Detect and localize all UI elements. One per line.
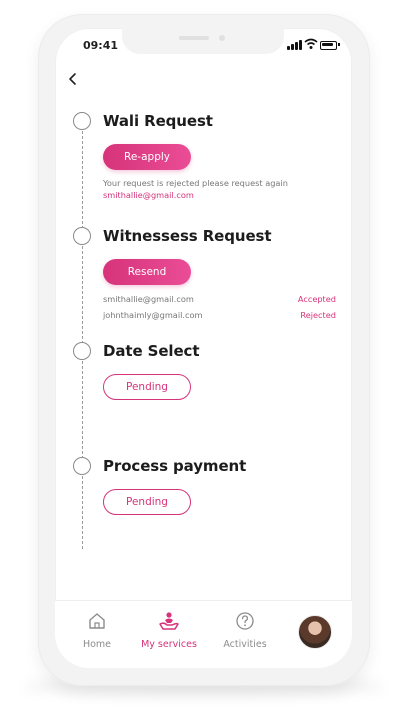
reapply-button[interactable]: Re-apply <box>103 144 191 170</box>
step-circle-witness <box>73 227 91 245</box>
wali-email: smithallie@gmail.com <box>103 190 194 200</box>
battery-icon <box>320 41 337 50</box>
step-circle-payment <box>73 457 91 475</box>
witness-email-2: johnthaimly@gmail.com <box>103 310 203 320</box>
services-icon <box>159 612 179 630</box>
step-title-wali: Wali Request <box>103 112 213 130</box>
step-title-payment: Process payment <box>103 457 247 475</box>
nav-my-services-label: My services <box>141 639 197 650</box>
witness-status-1: Accepted <box>297 294 336 304</box>
phone-screen: 09:41 Wali Request Re-apply Your request… <box>55 28 352 668</box>
camera <box>219 35 225 41</box>
step-title-witness: Witnessess Request <box>103 227 272 245</box>
timeline-line <box>82 131 83 549</box>
nav-my-services[interactable]: My services <box>136 611 202 650</box>
battery-tip <box>338 43 340 46</box>
back-button[interactable] <box>67 72 79 86</box>
nav-home-label: Home <box>82 639 112 650</box>
payment-pending-button[interactable]: Pending <box>103 489 191 515</box>
status-icons <box>287 38 342 52</box>
nav-activities[interactable]: Activities <box>220 611 270 650</box>
rejection-note: Your request is rejected please request … <box>103 178 288 188</box>
nav-home[interactable]: Home <box>79 611 115 650</box>
step-title-date: Date Select <box>103 342 200 360</box>
nav-activities-label: Activities <box>223 639 267 650</box>
home-icon <box>89 613 105 629</box>
witness-status-2: Rejected <box>300 310 336 320</box>
resend-button[interactable]: Resend <box>103 259 191 285</box>
profile-avatar[interactable] <box>298 615 332 649</box>
date-pending-button[interactable]: Pending <box>103 374 191 400</box>
wifi-icon <box>304 38 318 49</box>
notch <box>122 28 284 54</box>
step-circle-wali <box>73 112 91 130</box>
witness-email-1: smithallie@gmail.com <box>103 294 194 304</box>
status-time: 09:41 <box>83 39 119 52</box>
help-circle-icon <box>236 612 254 630</box>
step-circle-date <box>73 342 91 360</box>
speaker <box>179 36 209 40</box>
bottom-nav: Home My services Activities <box>55 600 352 668</box>
